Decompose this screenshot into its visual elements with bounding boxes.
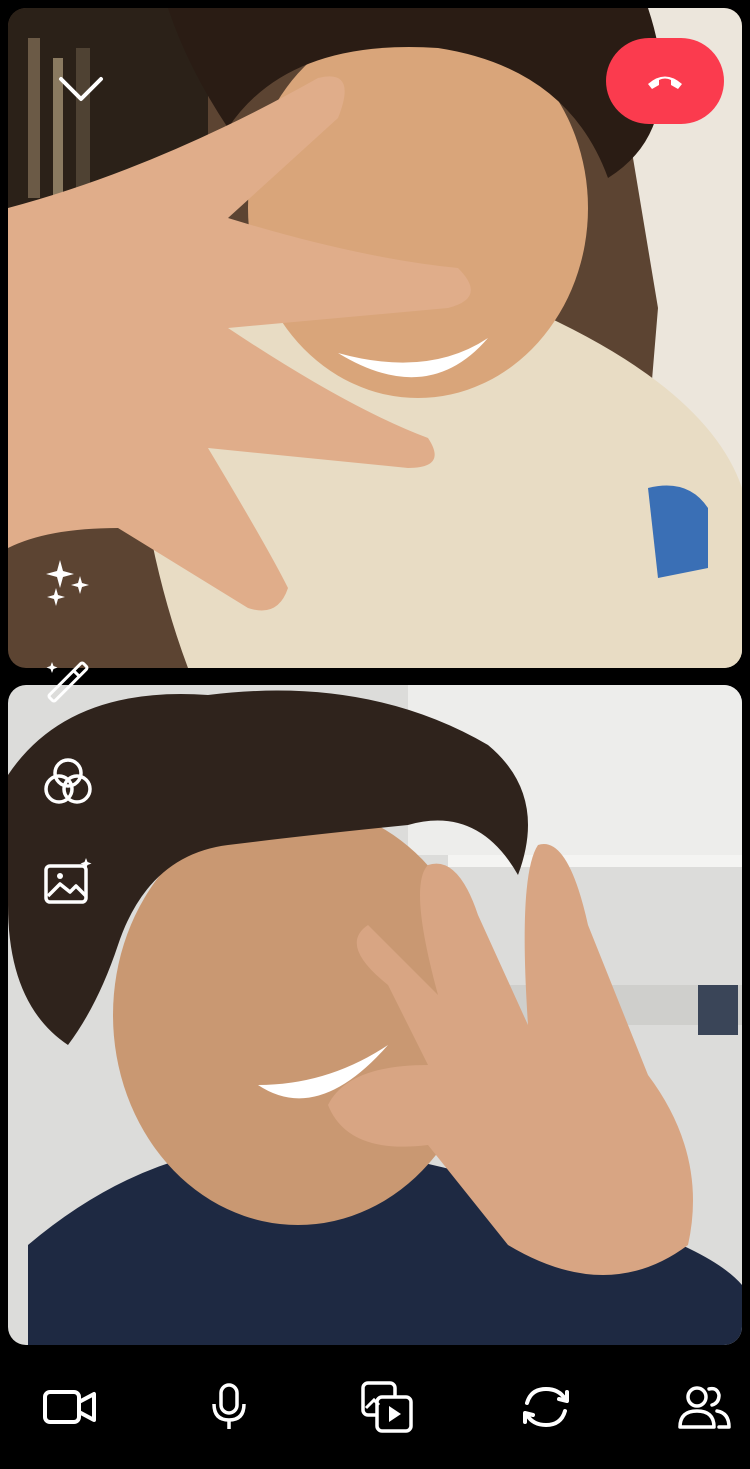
participants-icon [678,1386,731,1429]
flip-camera-button[interactable] [506,1375,586,1439]
magic-wand-button[interactable] [38,652,98,712]
self-video-feed [8,685,742,1345]
backdrop-image-icon [44,858,92,904]
self-video-tile[interactable] [8,685,742,1345]
microphone-toggle-button[interactable] [189,1375,269,1439]
share-media-button[interactable] [348,1375,428,1439]
effects-button[interactable] [38,552,98,612]
magic-wand-icon [46,661,89,703]
video-camera-icon [43,1390,96,1424]
chevron-down-icon [59,77,103,101]
filters-button[interactable] [38,752,98,812]
filters-circles-icon [44,758,92,804]
camera-toggle-button[interactable] [30,1375,110,1439]
phone-hangup-icon [648,76,682,89]
microphone-icon [212,1383,246,1429]
collapse-button[interactable] [50,66,112,112]
sparkles-icon [46,560,89,606]
backdrop-button[interactable] [38,852,98,912]
call-controls-bar [0,1345,750,1469]
participants-button[interactable] [665,1375,745,1439]
flip-camera-icon [523,1386,569,1428]
media-share-icon [361,1381,413,1433]
end-call-button[interactable] [606,38,724,124]
